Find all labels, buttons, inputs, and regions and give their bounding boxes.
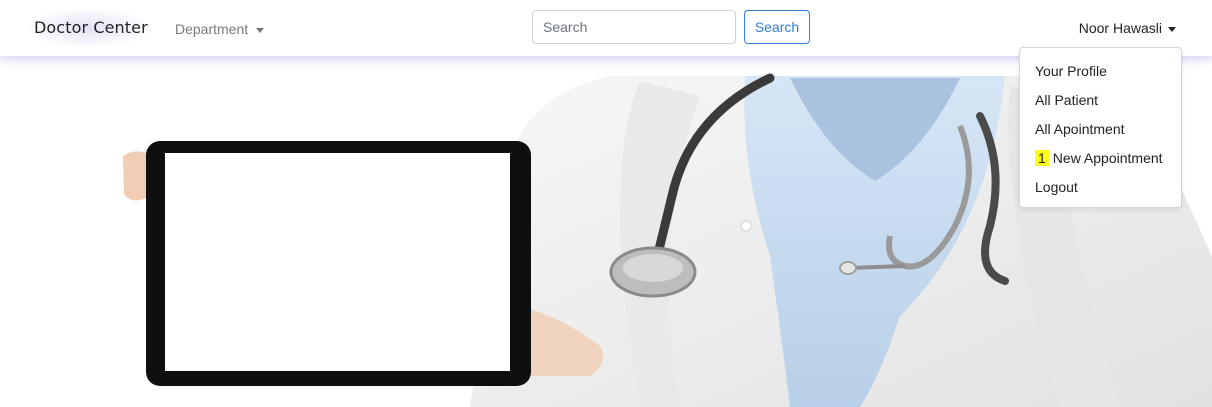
menu-item-new-appointment[interactable]: 1 New Appointment bbox=[1020, 144, 1181, 173]
department-label: Department bbox=[175, 21, 249, 37]
menu-item-label: New Appointment bbox=[1052, 150, 1163, 166]
user-name: Noor Hawasli bbox=[1078, 20, 1162, 36]
user-dropdown-menu: Your Profile All Patient All Apointment … bbox=[1019, 47, 1182, 208]
caret-down-icon bbox=[1168, 26, 1176, 32]
menu-item-your-profile[interactable]: Your Profile bbox=[1020, 57, 1181, 86]
user-menu-toggle[interactable]: Noor Hawasli bbox=[1079, 20, 1176, 36]
department-dropdown-toggle[interactable]: Department bbox=[175, 21, 265, 37]
new-appointment-count-badge: 1 bbox=[1035, 150, 1049, 166]
menu-item-logout[interactable]: Logout bbox=[1020, 173, 1181, 202]
search-input[interactable] bbox=[532, 10, 736, 44]
menu-item-all-appointment[interactable]: All Apointment bbox=[1020, 115, 1181, 144]
menu-item-all-patient[interactable]: All Patient bbox=[1020, 86, 1181, 115]
caret-down-icon bbox=[256, 27, 265, 33]
search-button[interactable]: Search bbox=[744, 10, 810, 44]
brand-link[interactable]: Doctor Center bbox=[24, 8, 152, 48]
